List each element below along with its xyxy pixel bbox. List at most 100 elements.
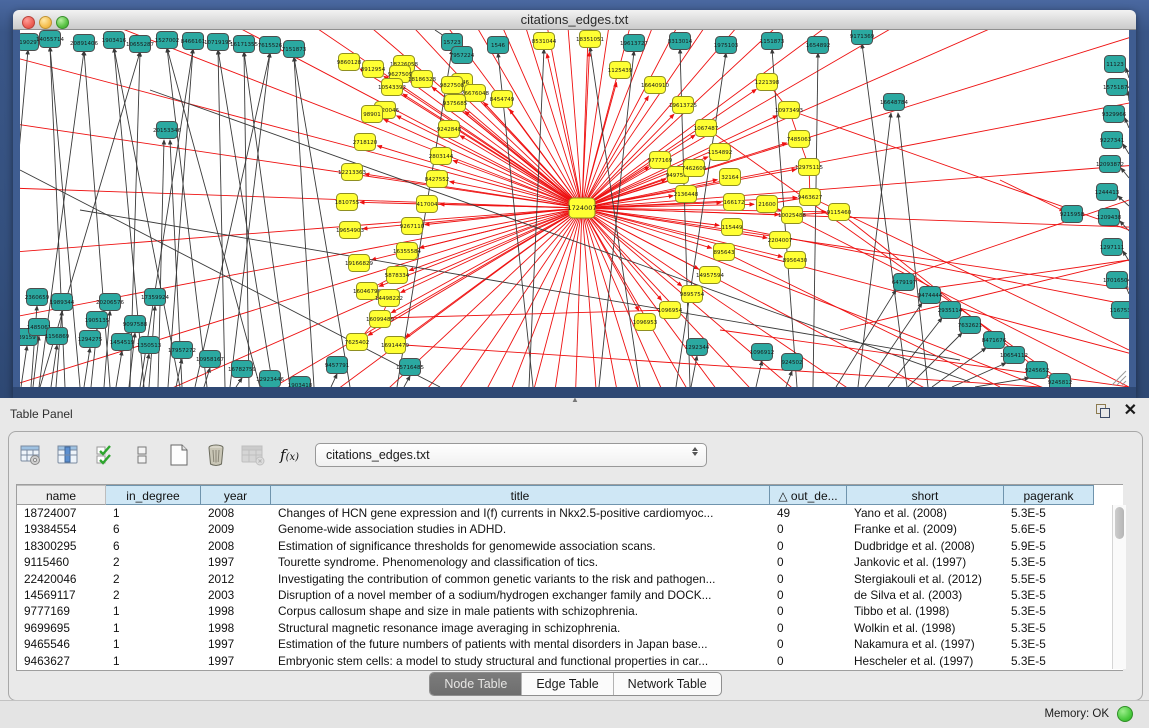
column-header-out_de[interactable]: △ out_de...: [770, 485, 847, 505]
graph-node-yellow[interactable]: 18186328: [408, 71, 436, 88]
table-cell[interactable]: 0: [770, 636, 847, 652]
graph-node-teal[interactable]: 1244413: [1095, 184, 1120, 201]
graph-node-teal[interactable]: 17957272: [168, 342, 196, 359]
graph-node-yellow[interactable]: 10973493: [775, 102, 803, 119]
column-header-pagerank[interactable]: pagerank: [1004, 485, 1094, 505]
graph-node-yellow[interactable]: 8912954: [361, 61, 386, 78]
graph-node-yellow[interactable]: 1810755: [335, 194, 360, 211]
graph-node-teal[interactable]: 1292344: [685, 339, 710, 356]
table-cell[interactable]: 1: [106, 505, 201, 521]
table-cell[interactable]: Franke et al. (2009): [847, 521, 1004, 537]
graph-node-teal[interactable]: 12923446: [256, 371, 284, 388]
graph-node-yellow[interactable]: 7462600: [682, 160, 707, 177]
column-header-in_degree[interactable]: in_degree: [106, 485, 201, 505]
graph-node-yellow[interactable]: 16099489: [366, 311, 394, 328]
close-panel-icon[interactable]: ✕: [1124, 404, 1137, 418]
graph-node-yellow[interactable]: 19654903: [336, 222, 364, 239]
table-cell[interactable]: 2012: [201, 571, 271, 587]
graph-node-teal[interactable]: 1527002: [155, 32, 180, 49]
graph-node-teal[interactable]: 6479197: [892, 274, 917, 291]
table-cell[interactable]: 0: [770, 620, 847, 636]
graph-node-teal[interactable]: 8313014: [668, 33, 693, 50]
tab-node-table[interactable]: Node Table: [430, 673, 522, 695]
graph-node-teal[interactable]: 1654892: [806, 37, 831, 54]
graph-node-yellow[interactable]: 1096953: [633, 314, 658, 331]
graph-node-yellow[interactable]: 21600: [757, 196, 778, 213]
table-cell[interactable]: 2003: [201, 587, 271, 603]
table-cell[interactable]: 0: [770, 587, 847, 603]
table-cell[interactable]: 9777169: [17, 603, 106, 619]
graph-node-teal[interactable]: 10958167: [196, 351, 224, 368]
table-settings-icon[interactable]: [16, 440, 46, 470]
graph-node-yellow[interactable]: 1067487: [694, 120, 719, 137]
graph-node-teal[interactable]: 1903416: [102, 32, 127, 49]
graph-node-teal[interactable]: 9457791: [325, 357, 350, 374]
table-cell[interactable]: 1997: [201, 636, 271, 652]
graph-node-teal[interactable]: 17359924: [141, 289, 169, 306]
graph-node-teal[interactable]: 1167533: [1110, 302, 1129, 319]
graph-node-yellow[interactable]: 7625402: [345, 334, 370, 351]
table-cell[interactable]: 2: [106, 571, 201, 587]
graph-node-teal[interactable]: 20206576: [96, 294, 124, 311]
table-cell[interactable]: Tourette syndrome. Phenomenology and cla…: [271, 554, 770, 570]
tab-network-table[interactable]: Network Table: [614, 673, 721, 695]
graph-node-yellow[interactable]: 9375685: [443, 95, 468, 112]
graph-node-teal[interactable]: 1350513: [137, 337, 162, 354]
graph-node-teal[interactable]: 1546: [488, 37, 509, 54]
table-cell[interactable]: 0: [770, 653, 847, 669]
graph-node-yellow[interactable]: 417004: [417, 196, 438, 213]
graph-node-yellow[interactable]: 19166829: [345, 255, 373, 272]
graph-node-teal[interactable]: 7957224: [450, 47, 475, 64]
graph-node-yellow[interactable]: 18351051: [576, 31, 604, 48]
graph-node-teal[interactable]: 1096912: [750, 344, 775, 361]
table-cell[interactable]: 9115460: [17, 554, 106, 570]
graph-node-yellow[interactable]: 5878334: [385, 267, 410, 284]
table-row[interactable]: 977716911998Corpus callosum shape and si…: [17, 603, 1123, 619]
table-cell[interactable]: Genome-wide association studies in ADHD.: [271, 521, 770, 537]
graph-node-yellow[interactable]: 166172: [724, 194, 745, 211]
graph-node-teal[interactable]: 10719195: [204, 34, 232, 51]
table-cell[interactable]: de Silva et al. (2003): [847, 587, 1004, 603]
column-header-year[interactable]: year: [201, 485, 271, 505]
table-cell[interactable]: Dudbridge et al. (2008): [847, 538, 1004, 554]
table-cell[interactable]: 5.3E-5: [1004, 653, 1094, 669]
table-cell[interactable]: 1: [106, 653, 201, 669]
table-cell[interactable]: 1: [106, 603, 201, 619]
table-row[interactable]: 1872400712008Changes of HCN gene express…: [17, 505, 1123, 521]
graph-node-yellow[interactable]: 2718120: [353, 134, 378, 151]
graph-node-yellow[interactable]: 1096954: [658, 302, 683, 319]
table-cell[interactable]: 6: [106, 521, 201, 537]
graph-node-teal[interactable]: 9245812: [1048, 374, 1073, 388]
graph-node-teal[interactable]: 15751874: [1103, 79, 1129, 96]
graph-node-yellow[interactable]: 115449: [722, 219, 743, 236]
table-cell[interactable]: 1997: [201, 554, 271, 570]
table-cell[interactable]: 49: [770, 505, 847, 521]
table-cell[interactable]: 9463627: [17, 653, 106, 669]
graph-node-teal[interactable]: 1294275: [78, 331, 103, 348]
table-cell[interactable]: 2008: [201, 505, 271, 521]
graph-node-teal[interactable]: 1975103: [714, 37, 739, 54]
table-cell[interactable]: Investigating the contribution of common…: [271, 571, 770, 587]
graph-node-teal[interactable]: 2360659: [25, 289, 50, 306]
graph-node-yellow[interactable]: 16914479: [381, 337, 409, 354]
graph-node-yellow[interactable]: 98901: [362, 106, 383, 123]
graph-node-teal[interactable]: 16782759: [228, 361, 256, 378]
graph-node-yellow[interactable]: 10543392: [378, 79, 406, 96]
network-view-window[interactable]: citations_edges.txt 19029140557142089140…: [13, 10, 1136, 398]
table-row[interactable]: 946554611997Estimation of the future num…: [17, 636, 1123, 652]
table-cell[interactable]: Changes of HCN gene expression and I(f) …: [271, 505, 770, 521]
graph-node-yellow[interactable]: 8454749: [490, 91, 515, 108]
column-header-name[interactable]: name: [17, 485, 106, 505]
import-table-icon[interactable]: [238, 440, 268, 470]
table-cell[interactable]: 18724007: [17, 505, 106, 521]
table-cell[interactable]: 5.5E-5: [1004, 571, 1094, 587]
canvas-resize-grip[interactable]: [1112, 371, 1126, 385]
graph-node-teal[interactable]: 19613727: [620, 35, 648, 52]
table-cell[interactable]: 6: [106, 538, 201, 554]
graph-node-yellow[interactable]: 8531044: [532, 33, 557, 50]
table-cell[interactable]: 1: [106, 620, 201, 636]
graph-node-teal[interactable]: 8466161: [181, 33, 206, 50]
table-row[interactable]: 969969511998Structural magnetic resonanc…: [17, 620, 1123, 636]
graph-node-yellow[interactable]: 16640910: [641, 77, 669, 94]
graph-node-yellow[interactable]: 9463627: [798, 189, 823, 206]
